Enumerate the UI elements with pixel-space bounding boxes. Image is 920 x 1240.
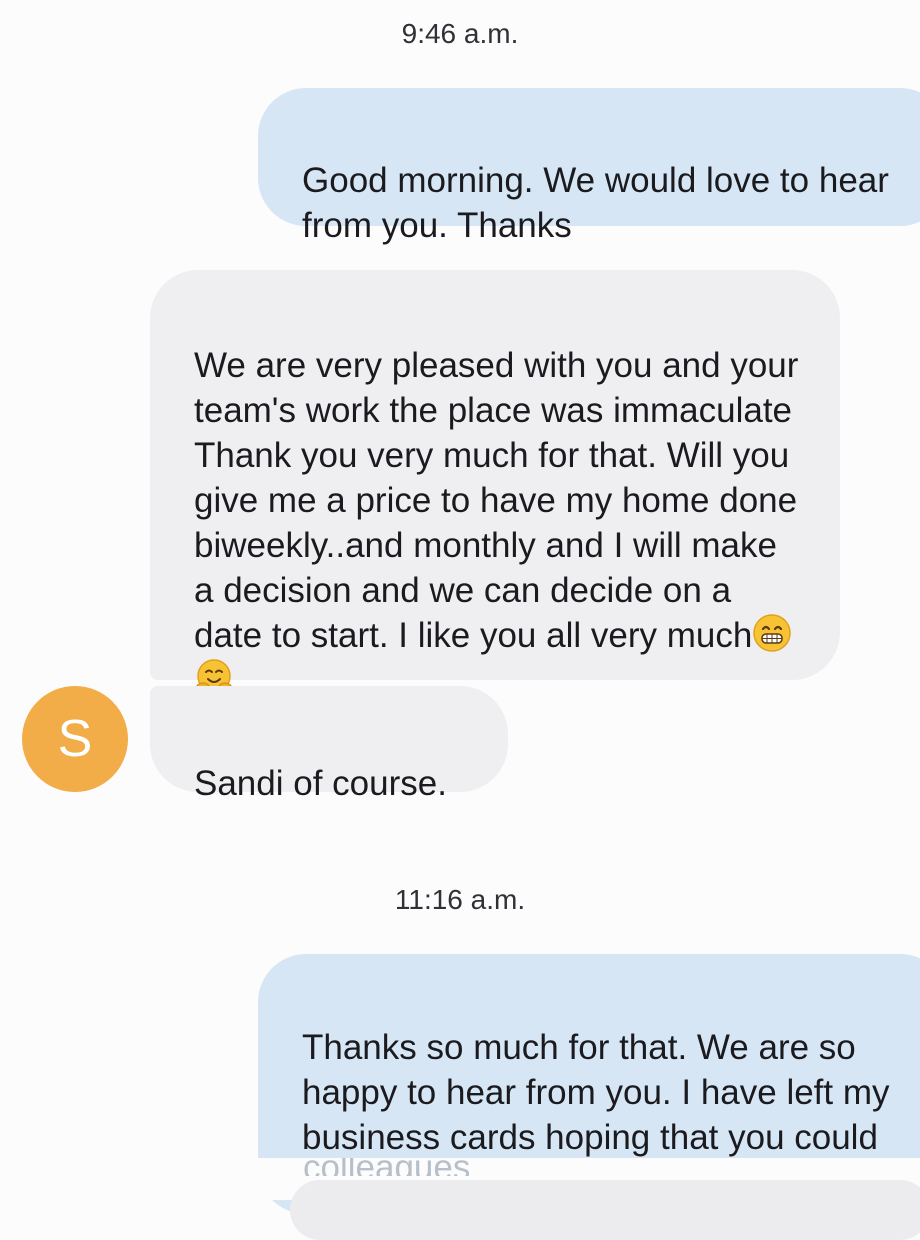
timestamp-second: 11:16 a.m. bbox=[394, 884, 526, 915]
next-message-peek bbox=[290, 1180, 920, 1240]
message-text: We are very pleased with you and your te… bbox=[194, 346, 799, 655]
message-text: Sandi of course. bbox=[194, 764, 447, 803]
incoming-message[interactable]: Sandi of course. bbox=[150, 686, 508, 803]
cut-off-text: colleagues bbox=[303, 1158, 470, 1176]
outgoing-message[interactable]: Good morning. We would love to hear from… bbox=[258, 88, 920, 245]
grinning-face-icon bbox=[753, 614, 792, 652]
incoming-message[interactable]: We are very pleased with you and your te… bbox=[150, 270, 840, 696]
message-text: Good morning. We would love to hear from… bbox=[302, 161, 889, 245]
timestamp-first: 9:46 a.m. bbox=[401, 18, 519, 49]
contact-avatar[interactable]: S bbox=[22, 686, 128, 792]
avatar-initial: S bbox=[57, 710, 93, 768]
